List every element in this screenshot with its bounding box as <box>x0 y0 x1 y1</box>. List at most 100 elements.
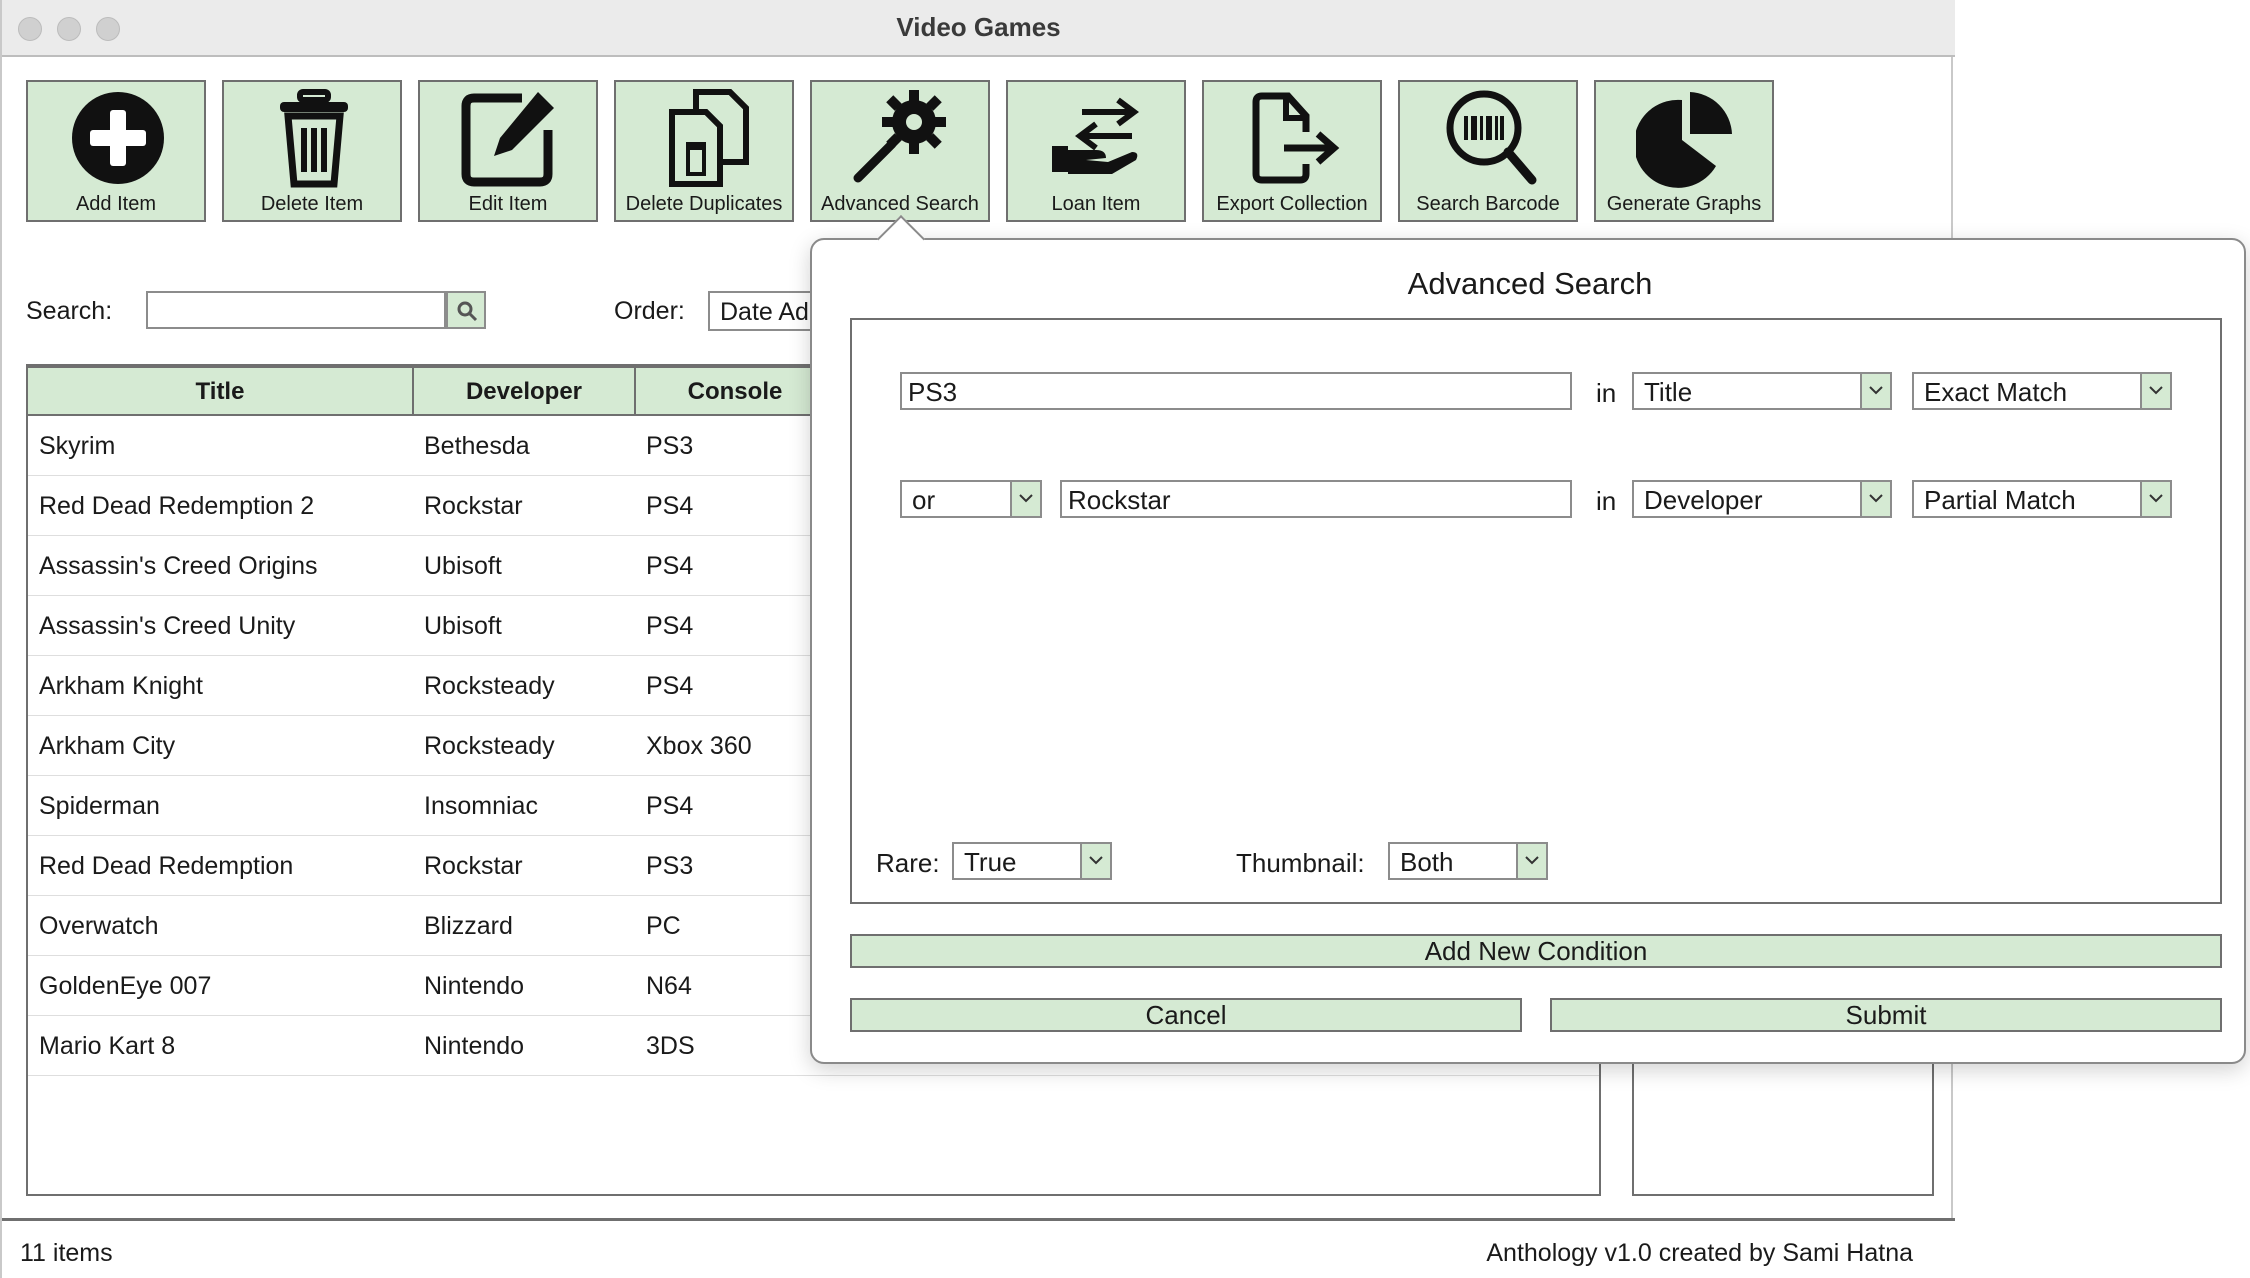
match-value: Partial Match <box>1924 485 2076 515</box>
edit-icon <box>461 92 554 187</box>
generate-graphs-label: Generate Graphs <box>1606 193 1762 215</box>
cell-title: Assassin's Creed Unity <box>39 612 296 640</box>
loan-item-button[interactable]: Loan Item <box>1006 80 1186 222</box>
chevron-down-icon <box>1010 482 1040 516</box>
field-value: Developer <box>1644 485 1763 515</box>
cell-title: Red Dead Redemption 2 <box>39 492 315 520</box>
app-credit: Anthology v1.0 created by Sami Hatna <box>1486 1239 1913 1267</box>
order-label: Order: <box>614 297 685 325</box>
condition-term-input[interactable]: PS3 <box>900 372 1572 410</box>
cell-console: PS3 <box>646 432 694 460</box>
add-item-label: Add Item <box>75 193 157 215</box>
delete-item-button[interactable]: Delete Item <box>222 80 402 222</box>
cell-title: Overwatch <box>39 912 159 940</box>
cell-developer: Ubisoft <box>424 552 502 580</box>
cell-developer: Blizzard <box>424 912 513 940</box>
file-export-icon <box>1252 92 1340 184</box>
chevron-down-icon <box>1860 374 1890 408</box>
title-bar: Video Games <box>2 0 1955 57</box>
cell-developer: Ubisoft <box>424 612 502 640</box>
pie-chart-icon <box>1636 92 1732 188</box>
advanced-search-label: Advanced Search <box>821 193 979 215</box>
in-label: in <box>1596 378 1617 408</box>
cell-console: N64 <box>646 972 692 1000</box>
field-value: Title <box>1644 377 1693 407</box>
delete-duplicates-button[interactable]: Delete Duplicates <box>614 80 794 222</box>
plus-circle-icon <box>72 92 164 184</box>
magnifier-icon <box>457 301 478 322</box>
cell-console: PS3 <box>646 852 694 880</box>
rare-select[interactable]: True <box>952 842 1112 880</box>
conditions-panel: PS3 in Title Exact Match or Rockstar in … <box>850 318 2222 904</box>
condition-term-input[interactable]: Rockstar <box>1060 480 1572 518</box>
in-label: in <box>1596 486 1617 516</box>
condition-match-select[interactable]: Partial Match <box>1912 480 2172 518</box>
window-title: Video Games <box>896 12 1061 42</box>
chevron-down-icon <box>1516 844 1546 878</box>
thumbnail-label: Thumbnail: <box>1236 848 1365 878</box>
cancel-button[interactable]: Cancel <box>850 998 1522 1032</box>
column-header-title[interactable]: Title <box>28 368 414 416</box>
cell-developer: Nintendo <box>424 1032 525 1060</box>
condition-field-select[interactable]: Developer <box>1632 480 1892 518</box>
export-collection-label: Export Collection <box>1216 193 1368 215</box>
search-input[interactable] <box>146 291 446 329</box>
thumbnail-panel <box>1632 1060 1934 1196</box>
cell-console: PS4 <box>646 612 694 640</box>
cell-console: PS4 <box>646 552 694 580</box>
status-bar: 11 items Anthology v1.0 created by Sami … <box>2 1218 1955 1278</box>
trash-icon <box>280 89 348 188</box>
advanced-search-popover: Advanced Search PS3 in Title Exact Match… <box>810 238 2246 1064</box>
hand-arrow-icon <box>1052 97 1139 174</box>
search-barcode-button[interactable]: Search Barcode <box>1398 80 1578 222</box>
rare-label: Rare: <box>876 848 940 878</box>
cell-title: Arkham Knight <box>39 672 203 700</box>
cell-console: PS4 <box>646 492 694 520</box>
condition-field-select[interactable]: Title <box>1632 372 1892 410</box>
advanced-search-button[interactable]: Advanced Search <box>810 80 990 222</box>
cell-console: Xbox 360 <box>646 732 752 760</box>
delete-duplicates-label: Delete Duplicates <box>625 193 783 215</box>
generate-graphs-button[interactable]: Generate Graphs <box>1594 80 1774 222</box>
cell-title: GoldenEye 007 <box>39 972 212 1000</box>
edit-item-button[interactable]: Edit Item <box>418 80 598 222</box>
cell-developer: Nintendo <box>424 972 525 1000</box>
cell-title: Spiderman <box>39 792 160 820</box>
duplicate-trash-icon <box>669 89 749 187</box>
add-item-button[interactable]: Add Item <box>26 80 206 222</box>
chevron-down-icon <box>1860 482 1890 516</box>
magic-gear-icon <box>853 90 946 183</box>
chevron-down-icon <box>2140 482 2170 516</box>
cell-developer: Bethesda <box>424 432 530 460</box>
cell-developer: Rocksteady <box>424 672 555 700</box>
cell-developer: Rocksteady <box>424 732 555 760</box>
cell-console: 3DS <box>646 1032 695 1060</box>
condition-connector-select[interactable]: or <box>900 480 1042 518</box>
column-header-developer[interactable]: Developer <box>414 368 636 416</box>
edit-item-label: Edit Item <box>468 193 548 215</box>
submit-button[interactable]: Submit <box>1550 998 2222 1032</box>
cell-title: Arkham City <box>39 732 176 760</box>
cell-console: PC <box>646 912 681 940</box>
search-label: Search: <box>26 297 113 325</box>
barcode-search-icon <box>1446 90 1537 185</box>
cell-console: PS4 <box>646 672 694 700</box>
column-header-console[interactable]: Console <box>636 368 836 416</box>
export-collection-button[interactable]: Export Collection <box>1202 80 1382 222</box>
cell-console: PS4 <box>646 792 694 820</box>
condition-match-select[interactable]: Exact Match <box>1912 372 2172 410</box>
loan-item-label: Loan Item <box>1051 193 1141 215</box>
cell-developer: Rockstar <box>424 852 523 880</box>
search-button[interactable] <box>446 291 486 329</box>
add-new-condition-button[interactable]: Add New Condition <box>850 934 2222 968</box>
delete-item-label: Delete Item <box>260 193 364 215</box>
item-count: 11 items <box>20 1239 113 1267</box>
cell-title: Skyrim <box>39 432 116 460</box>
connector-value: or <box>912 485 936 515</box>
search-barcode-label: Search Barcode <box>1416 193 1560 215</box>
thumbnail-select[interactable]: Both <box>1388 842 1548 880</box>
cell-title: Red Dead Redemption <box>39 852 294 880</box>
chevron-down-icon <box>1080 844 1110 878</box>
thumbnail-value: Both <box>1400 847 1454 877</box>
cell-developer: Insomniac <box>424 792 538 820</box>
